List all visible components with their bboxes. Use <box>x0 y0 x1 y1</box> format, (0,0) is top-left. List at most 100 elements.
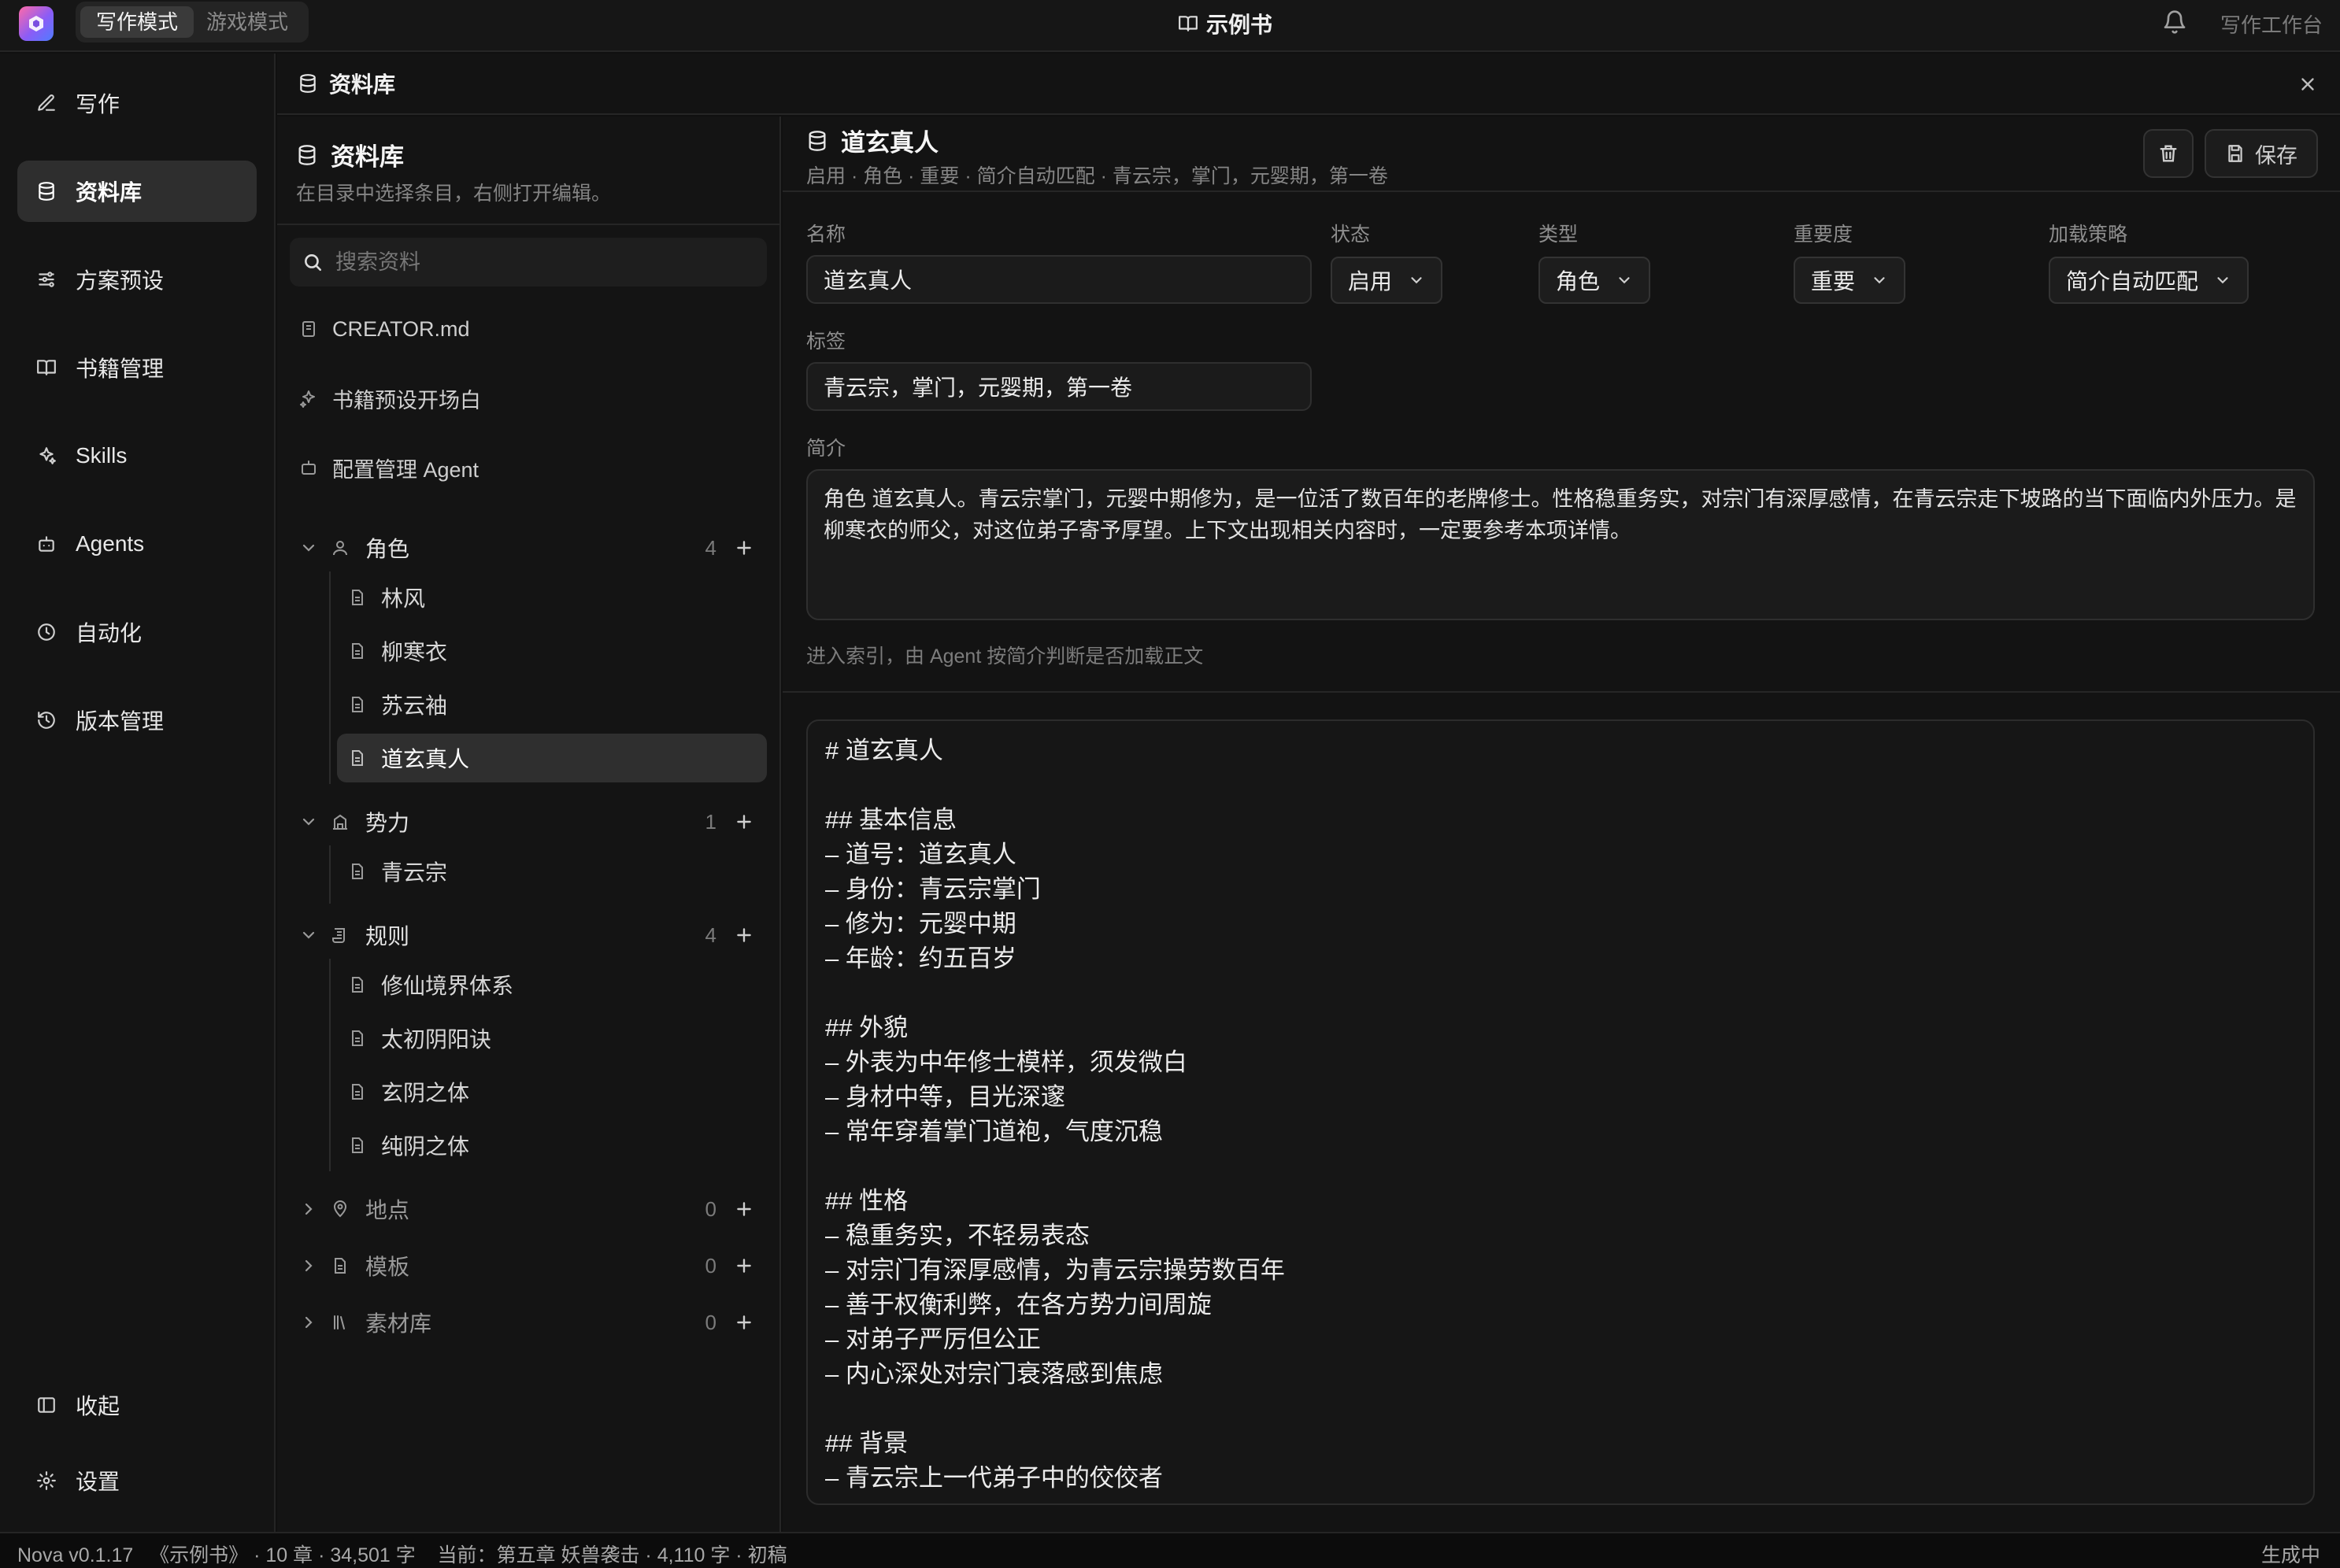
tree-item-taichu[interactable]: 太初阴阳诀 <box>337 1014 767 1063</box>
tree-item-liuhanyi[interactable]: 柳寒衣 <box>337 627 767 675</box>
quick-item-creator-md[interactable]: CREATOR.md <box>299 307 470 351</box>
mode-switch: 写作模式 游戏模式 <box>76 2 309 43</box>
nav-item-writing[interactable]: 写作 <box>17 72 257 134</box>
building-icon <box>331 812 365 831</box>
nav-item-label: 书籍管理 <box>76 357 165 381</box>
markdown-editor[interactable]: # 道玄真人 ## 基本信息 – 道号：道玄真人 – 身份：青云宗掌门 – 修为… <box>806 719 2315 1505</box>
library-panel-subtitle: 在目录中选择条目，右侧打开编辑。 <box>296 183 612 205</box>
tree-item-realm-system[interactable]: 修仙境界体系 <box>337 960 767 1009</box>
tree-item-chunyin[interactable]: 纯阴之体 <box>337 1121 767 1170</box>
add-icon[interactable] <box>716 925 754 945</box>
group-locations[interactable]: 地点 0 <box>299 1187 754 1231</box>
add-icon[interactable] <box>716 1312 754 1333</box>
chevron-right-icon[interactable] <box>299 1200 331 1219</box>
markdown-line: – 身份：青云宗掌门 <box>825 875 1041 903</box>
document-icon <box>348 862 367 881</box>
map-pin-icon <box>331 1200 365 1219</box>
markdown-line <box>825 768 2296 803</box>
tree-item-qingyunzong[interactable]: 青云宗 <box>337 847 767 896</box>
group-count: 1 <box>705 809 716 834</box>
nav-item-books[interactable]: 书籍管理 <box>17 337 257 398</box>
save-icon <box>2225 143 2246 164</box>
database-icon <box>36 181 57 202</box>
nav-item-label: 自动化 <box>76 621 143 645</box>
nav-item-automation[interactable]: 自动化 <box>17 601 257 663</box>
document-icon <box>348 975 367 994</box>
group-materials[interactable]: 素材库 0 <box>299 1300 754 1344</box>
generation-status: 生成中 <box>2261 1544 2321 1566</box>
library-header <box>277 54 2340 115</box>
book-title-area[interactable]: 示例书 <box>1178 8 1272 39</box>
tree-item-linfeng[interactable]: 林风 <box>337 573 767 622</box>
status-select[interactable]: 启用 <box>1331 257 1443 304</box>
summary-textarea[interactable]: 角色 道玄真人。青云宗掌门，元婴中期修为，是一位活了数百年的老牌修士。性格稳重务… <box>806 469 2315 620</box>
bot-icon <box>299 458 318 477</box>
importance-select[interactable]: 重要 <box>1794 257 1906 304</box>
nav-item-library[interactable]: 资料库 <box>17 161 257 222</box>
markdown-line <box>825 976 2296 1011</box>
delete-button[interactable] <box>2143 129 2194 178</box>
group-factions[interactable]: 势力 1 <box>299 800 754 844</box>
database-icon <box>296 144 318 166</box>
group-rules[interactable]: 规则 4 <box>299 913 754 957</box>
nav-item-skills[interactable]: Skills <box>17 425 257 486</box>
quick-item-config-agent[interactable]: 配置管理 Agent <box>299 446 479 490</box>
search-input[interactable] <box>335 250 729 275</box>
group-count: 4 <box>705 535 716 560</box>
bell-icon[interactable] <box>2162 9 2187 35</box>
nav-item-label: 收起 <box>76 1394 120 1418</box>
tree-item-daoxuan[interactable]: 道玄真人 <box>337 734 767 782</box>
writing-mode-tab[interactable]: 写作模式 <box>80 6 194 38</box>
chevron-right-icon[interactable] <box>299 1313 331 1332</box>
close-icon[interactable] <box>2297 74 2318 94</box>
tree-guide <box>329 571 331 784</box>
add-icon[interactable] <box>716 1199 754 1219</box>
chevron-right-icon[interactable] <box>299 1256 331 1275</box>
group-templates[interactable]: 模板 0 <box>299 1244 754 1288</box>
settings-button[interactable]: 设置 <box>17 1450 257 1511</box>
name-label: 名称 <box>806 224 846 246</box>
group-name: 地点 <box>365 1198 410 1222</box>
document-icon <box>348 749 367 767</box>
name-field[interactable]: 道玄真人 <box>806 255 1312 304</box>
history-icon <box>36 710 57 730</box>
library-icon <box>331 1313 365 1332</box>
workspace-label[interactable]: 写作工作台 <box>2220 9 2323 39</box>
tags-field[interactable]: 青云宗，掌门，元婴期，第一卷 <box>806 362 1312 411</box>
group-characters[interactable]: 角色 4 <box>299 526 754 570</box>
strategy-select[interactable]: 简介自动匹配 <box>2049 257 2249 304</box>
group-name: 模板 <box>365 1255 410 1279</box>
tree-item-suyunxiu[interactable]: 苏云袖 <box>337 680 767 729</box>
group-count: 0 <box>705 1310 716 1334</box>
collapse-sidebar-button[interactable]: 收起 <box>17 1374 257 1436</box>
add-icon[interactable] <box>716 1256 754 1276</box>
chevron-down-icon[interactable] <box>299 812 331 831</box>
game-mode-tab[interactable]: 游戏模式 <box>191 6 304 38</box>
group-name: 规则 <box>365 924 410 949</box>
add-icon[interactable] <box>716 812 754 832</box>
nav-item-presets[interactable]: 方案预设 <box>17 249 257 310</box>
document-icon <box>348 642 367 660</box>
quick-item-opening[interactable]: 书籍预设开场白 <box>299 376 481 420</box>
app-logo[interactable] <box>19 6 54 41</box>
book-icon <box>36 357 57 378</box>
entry-title: 道玄真人 <box>806 123 939 158</box>
library-search[interactable] <box>290 238 767 287</box>
save-button[interactable]: 保存 <box>2205 129 2318 178</box>
chevron-down-icon[interactable] <box>299 538 331 557</box>
trash-icon <box>2157 142 2179 165</box>
nav-item-agents[interactable]: Agents <box>17 513 257 575</box>
divider <box>783 190 2340 192</box>
chevron-down-icon <box>1616 272 1633 289</box>
markdown-line: ## 外貌 <box>825 1014 909 1041</box>
chevron-down-icon[interactable] <box>299 926 331 945</box>
add-icon[interactable] <box>716 538 754 558</box>
tree-item-xuanyin[interactable]: 玄阴之体 <box>337 1067 767 1116</box>
nav-item-versions[interactable]: 版本管理 <box>17 690 257 751</box>
tree-guide <box>329 845 331 904</box>
markdown-line: – 修为：元婴中期 <box>825 910 1016 937</box>
type-select[interactable]: 角色 <box>1538 257 1651 304</box>
database-icon <box>806 130 828 152</box>
nav-item-label: 写作 <box>76 92 120 116</box>
library-header-title: 资料库 <box>298 68 395 99</box>
